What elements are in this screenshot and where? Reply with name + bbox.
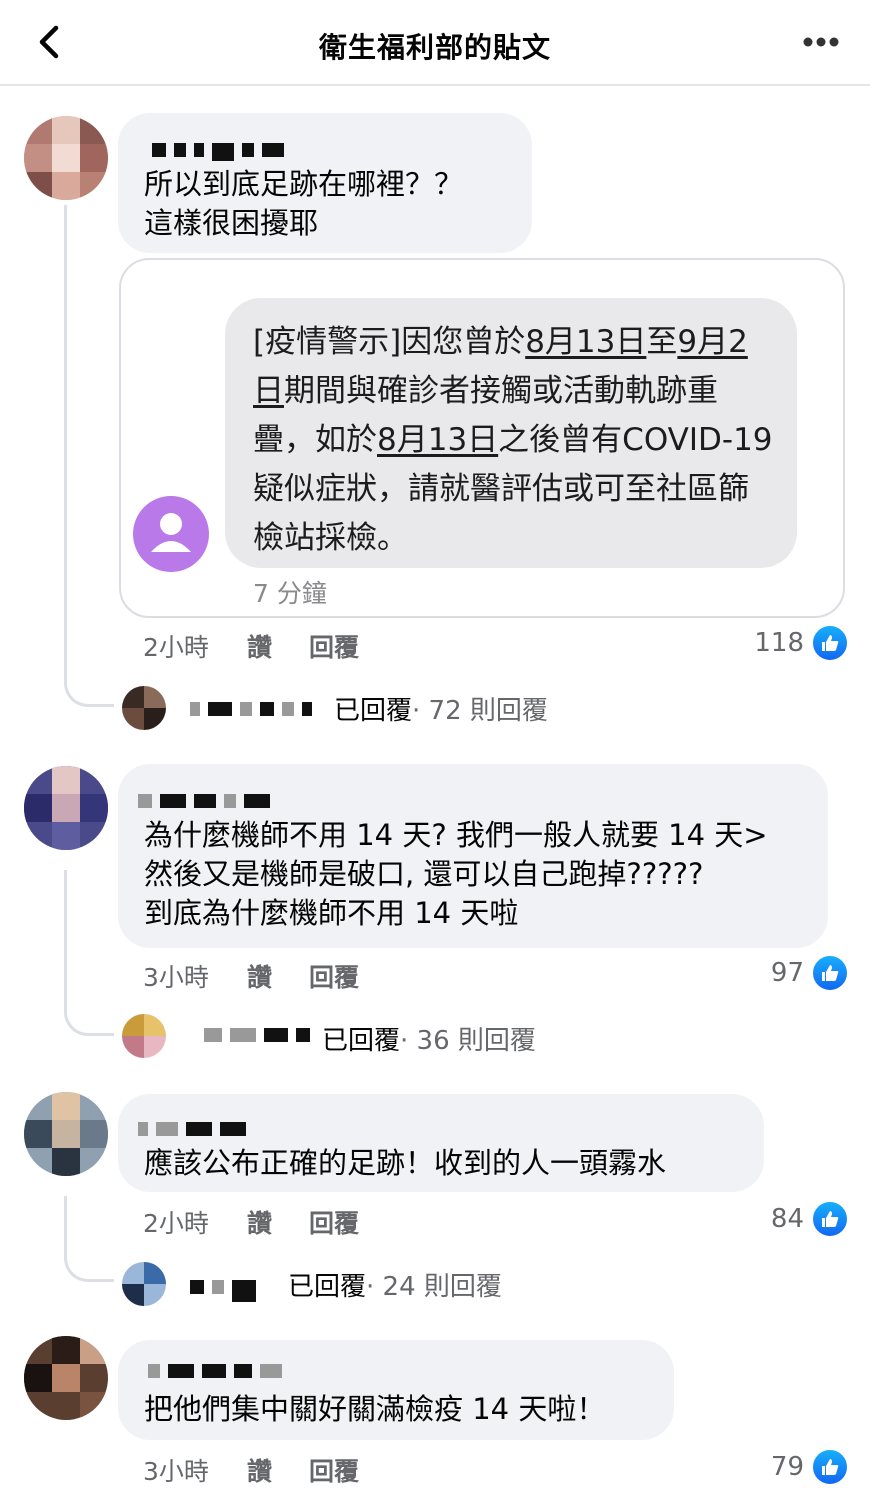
- like-reaction-badge[interactable]: [811, 954, 849, 992]
- reaction-count[interactable]: 118: [700, 628, 804, 658]
- reaction-count[interactable]: 97: [700, 958, 804, 988]
- thread-connector: [64, 205, 114, 707]
- sms-message-text: [疫情警示]因您曾於8月13日至9月2日期間與確診者接觸或活動軌跡重疊，如於8月…: [253, 324, 773, 556]
- like-button[interactable]: 讚: [247, 1452, 272, 1488]
- avatar[interactable]: [24, 116, 108, 200]
- avatar[interactable]: [24, 1336, 108, 1420]
- avatar[interactable]: [24, 766, 108, 850]
- comment-text: 所以到底足跡在哪裡？？ 這樣很困擾耶: [144, 167, 464, 240]
- like-reaction-badge[interactable]: [811, 624, 849, 662]
- avatar[interactable]: [24, 1092, 108, 1176]
- more-options-button[interactable]: [796, 30, 846, 54]
- attached-screenshot[interactable]: [疫情警示]因您曾於8月13日至9月2日期間與確診者接觸或活動軌跡重疊，如於8月…: [119, 258, 845, 618]
- thread-connector: [64, 1196, 114, 1282]
- reply-author-redacted: [190, 1280, 264, 1302]
- reply-author-redacted: [190, 702, 320, 716]
- reaction-count[interactable]: 79: [700, 1452, 804, 1482]
- comment-time[interactable]: 3小時: [143, 958, 209, 994]
- sms-timestamp: 7 分鐘: [253, 579, 327, 608]
- reply-avatar[interactable]: [122, 1262, 166, 1306]
- thumbs-up-icon: [822, 635, 839, 651]
- reply-button[interactable]: 回覆: [309, 1452, 359, 1488]
- thumbs-up-icon: [822, 1211, 839, 1227]
- comment-actions: 2小時 讚 回覆: [143, 1204, 443, 1238]
- comment-text: 應該公布正確的足跡！收到的人一頭霧水: [144, 1146, 667, 1180]
- comment-time[interactable]: 2小時: [143, 1204, 209, 1240]
- reply-avatar[interactable]: [122, 686, 166, 730]
- comment-actions: 3小時 讚 回覆: [143, 958, 443, 992]
- reply-button[interactable]: 回覆: [309, 1204, 359, 1240]
- comment-bubble: 為什麼機師不用 14 天? 我們一般人就要 14 天> 然後又是機師是破口, 還…: [118, 764, 828, 948]
- thread-connector: [64, 870, 114, 1036]
- comment-time[interactable]: 2小時: [143, 628, 209, 664]
- comment-bubble: 把他們集中關好關滿檢疫 14 天啦！: [118, 1340, 674, 1440]
- page-title: 衛生福利部的貼文: [318, 31, 551, 64]
- comment-time[interactable]: 3小時: [143, 1452, 209, 1488]
- comment-text: 為什麼機師不用 14 天? 我們一般人就要 14 天> 然後又是機師是破口, 還…: [144, 818, 768, 930]
- reply-author-redacted: [204, 1028, 318, 1042]
- comment-bubble: 應該公布正確的足跡！收到的人一頭霧水: [118, 1094, 764, 1192]
- author-name-redacted[interactable]: [138, 794, 278, 808]
- like-reaction-badge[interactable]: [811, 1200, 849, 1238]
- comment-actions: 3小時 讚 回覆: [143, 1452, 443, 1486]
- person-icon: [151, 513, 191, 552]
- reaction-count[interactable]: 84: [700, 1204, 804, 1234]
- like-button[interactable]: 讚: [247, 958, 272, 994]
- more-horizontal-icon: [803, 37, 839, 47]
- like-button[interactable]: 讚: [247, 1204, 272, 1240]
- reply-avatar[interactable]: [122, 1014, 166, 1058]
- author-name-redacted[interactable]: [148, 1364, 290, 1378]
- reply-button[interactable]: 回覆: [309, 628, 359, 664]
- like-reaction-badge[interactable]: [811, 1448, 849, 1486]
- sms-sender-avatar: [133, 496, 209, 572]
- comment-actions: 2小時 讚 回覆: [143, 628, 443, 662]
- comment-bubble: 所以到底足跡在哪裡？？ 這樣很困擾耶: [118, 113, 532, 253]
- sms-message-bubble: [疫情警示]因您曾於8月13日至9月2日期間與確診者接觸或活動軌跡重疊，如於8月…: [225, 298, 797, 568]
- reply-button[interactable]: 回覆: [309, 958, 359, 994]
- view-replies-link[interactable]: 已回覆· 36 則回覆: [322, 1020, 536, 1057]
- top-bar: 衛生福利部的貼文: [0, 0, 870, 86]
- author-name-redacted[interactable]: [138, 1122, 254, 1136]
- view-replies-link[interactable]: 已回覆· 72 則回覆: [334, 690, 548, 727]
- view-replies-link[interactable]: 已回覆· 24 則回覆: [288, 1266, 502, 1303]
- thumbs-up-icon: [822, 1459, 839, 1475]
- author-name-redacted[interactable]: [152, 143, 292, 161]
- thumbs-up-icon: [822, 965, 839, 981]
- like-button[interactable]: 讚: [247, 628, 272, 664]
- comment-text: 把他們集中關好關滿檢疫 14 天啦！: [144, 1392, 606, 1426]
